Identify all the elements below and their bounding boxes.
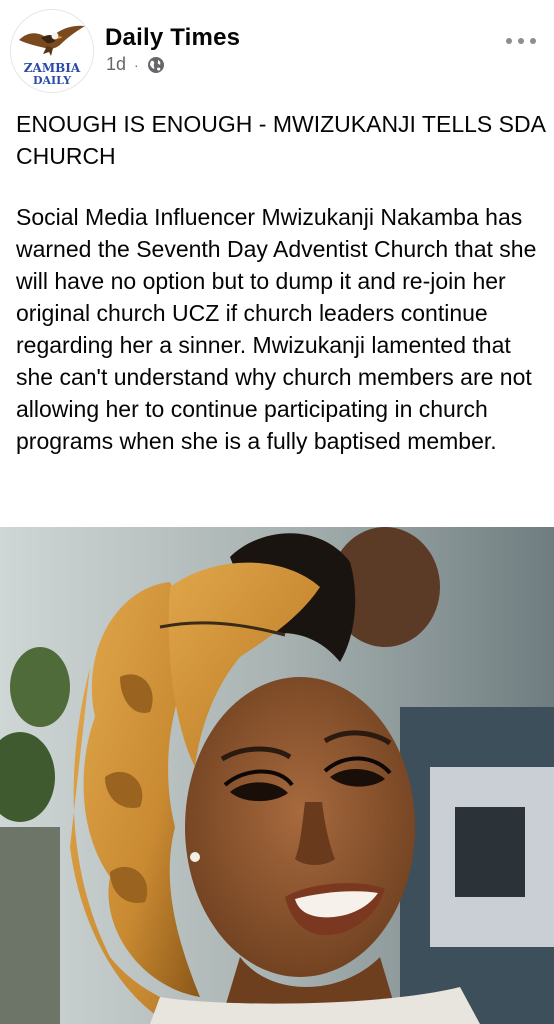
post-headline: ENOUGH IS ENOUGH - MWIZUKANJI TELLS SDA … bbox=[16, 111, 545, 169]
more-options-icon[interactable] bbox=[506, 34, 536, 48]
avatar-text-line1: ZAMBIA bbox=[24, 61, 81, 75]
page-avatar[interactable]: ZAMBIA DAILY bbox=[10, 9, 94, 93]
post-header: ZAMBIA DAILY Daily Times 1d · bbox=[0, 0, 554, 96]
post-photo[interactable] bbox=[0, 527, 554, 1024]
eagle-logo-icon: ZAMBIA DAILY bbox=[11, 10, 93, 92]
globe-icon[interactable] bbox=[147, 56, 165, 74]
avatar-text-line2: DAILY bbox=[33, 74, 71, 87]
post-body: Social Media Influencer Mwizukanji Nakam… bbox=[16, 204, 537, 454]
timestamp[interactable]: 1d bbox=[106, 54, 126, 75]
page-name[interactable]: Daily Times bbox=[105, 24, 240, 52]
post-meta: 1d · bbox=[106, 54, 165, 75]
meta-separator: · bbox=[134, 56, 139, 73]
